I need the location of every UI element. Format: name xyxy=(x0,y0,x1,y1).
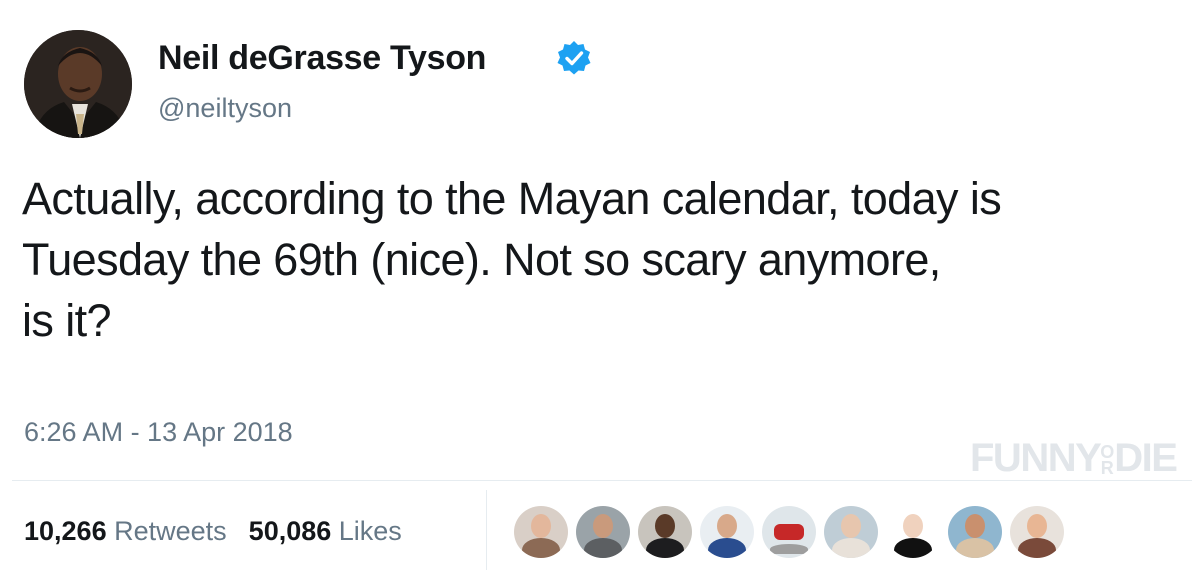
liker-avatar[interactable] xyxy=(948,506,1002,558)
tweet-stats: 10,266 Retweets 50,086 Likes xyxy=(24,514,402,548)
likes-label: Likes xyxy=(338,516,402,546)
retweets-label: Retweets xyxy=(114,516,227,546)
funny-or-die-watermark: FUNNYO RDIE xyxy=(970,436,1178,480)
author-handle[interactable]: @neiltyson xyxy=(158,90,292,126)
likes-count: 50,086 xyxy=(248,516,332,546)
tweet-timestamp[interactable]: 6:26 AM - 13 Apr 2018 xyxy=(24,414,293,450)
tweet-text: Actually, according to the Mayan calenda… xyxy=(22,168,1182,351)
liker-avatar[interactable] xyxy=(762,506,816,558)
tweet-text-line: Actually, according to the Mayan calenda… xyxy=(22,173,1002,224)
liker-avatar[interactable] xyxy=(514,506,568,558)
retweets-stat[interactable]: 10,266 Retweets xyxy=(24,516,227,546)
liker-avatar[interactable] xyxy=(638,506,692,558)
liker-avatar[interactable] xyxy=(824,506,878,558)
stats-separator xyxy=(486,490,487,570)
liker-avatar[interactable] xyxy=(886,506,940,558)
stats-divider xyxy=(12,480,1192,481)
tweet-text-line: Tuesday the 69th (nice). Not so scary an… xyxy=(22,234,941,285)
liker-avatar[interactable] xyxy=(700,506,754,558)
liker-avatar[interactable] xyxy=(1010,506,1064,558)
author-name[interactable]: Neil deGrasse Tyson xyxy=(158,36,486,80)
tweet-card: Neil deGrasse Tyson @neiltyson Actually,… xyxy=(0,0,1200,578)
author-avatar[interactable] xyxy=(24,30,132,138)
verified-badge-icon xyxy=(557,41,591,75)
liker-avatars xyxy=(514,506,1064,558)
liker-avatar[interactable] xyxy=(576,506,630,558)
likes-stat[interactable]: 50,086 Likes xyxy=(249,516,402,546)
retweets-count: 10,266 xyxy=(24,516,107,546)
tweet-text-line: is it? xyxy=(22,295,112,346)
